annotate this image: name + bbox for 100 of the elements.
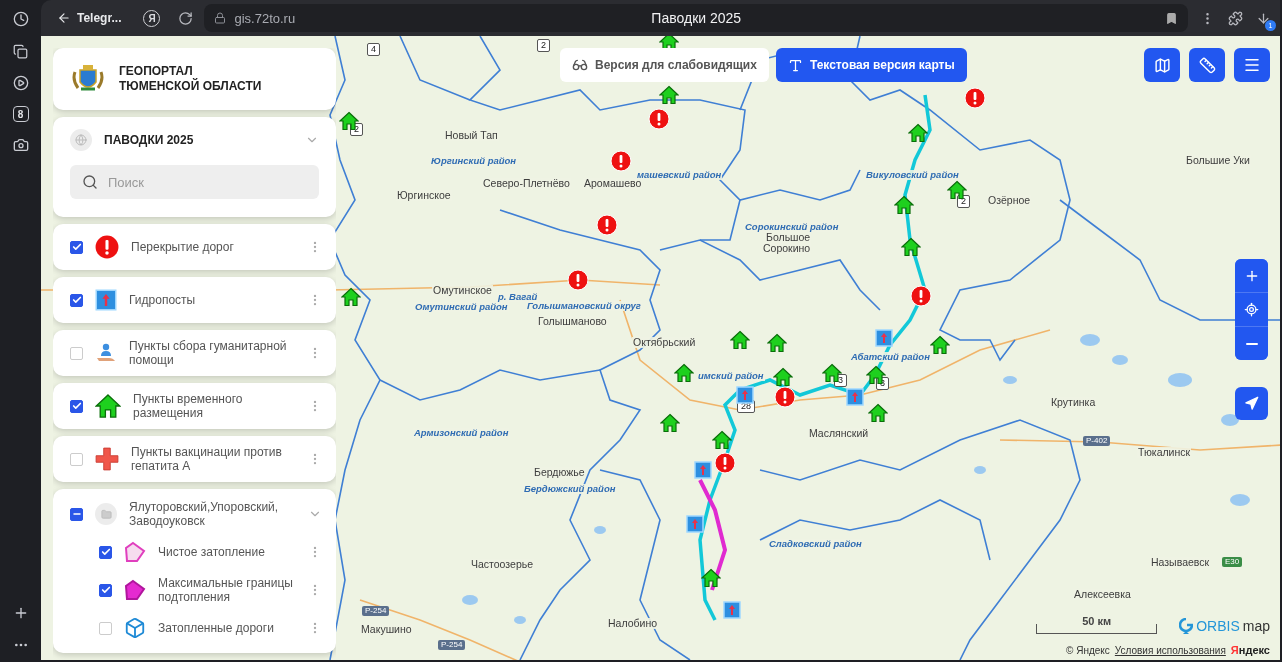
shelter-marker[interactable] [947,180,967,200]
check-icon [71,401,82,411]
road-number: Р-254 [362,606,390,616]
checkbox[interactable] [99,545,112,559]
district-label: Армизонский район [413,428,510,438]
gauge-marker[interactable] [846,388,864,406]
shelter-marker[interactable] [930,335,950,355]
portal-title: ТЮМЕНСКОЙ ОБЛАСТИ [119,79,262,94]
road-number: E30 [1222,557,1243,567]
person-hand-icon [95,342,117,364]
district-label: р. Вагай [497,292,539,302]
place-label: Тюкалинск [1137,447,1192,458]
road-closure-marker[interactable] [714,452,736,474]
locate-button[interactable] [1235,293,1268,326]
text-version-button[interactable]: Текстовая версия карты [775,48,967,82]
checkbox[interactable] [70,399,83,413]
place-label: Большие Уки [1185,155,1251,166]
shelter-marker[interactable] [659,85,679,105]
page-title: Паводки 2025 [651,10,742,26]
navigate-button[interactable] [1235,387,1268,420]
bookmark-icon[interactable] [1165,11,1178,25]
shelter-marker[interactable] [730,330,750,350]
check-icon [100,547,111,557]
shelter-marker[interactable] [767,333,787,353]
address-bar[interactable]: gis.72to.ru Паводки 2025 [204,4,1188,32]
zoom-in-button[interactable] [1235,259,1268,292]
district-label: Сладковский район [768,539,863,549]
terms-link[interactable]: Условия использования [1114,644,1226,656]
road-closure-marker[interactable] [648,108,670,130]
reload-icon[interactable] [176,9,195,27]
road-closure-marker[interactable] [774,386,796,408]
scale-label: 50 км [1082,615,1112,627]
map-layers-button[interactable] [1144,48,1180,82]
place-label: Макушино [360,624,413,635]
play-icon[interactable] [11,74,30,92]
search-field[interactable]: Поиск [70,165,319,199]
district-label: Бердюжский район [523,484,617,494]
ruler-button[interactable] [1189,48,1225,82]
layer-label: Пункты временного размещения [133,392,244,420]
district-label: Абатский район [850,352,931,362]
layer-label: Максимальные границы подтопления [158,576,294,604]
checkbox[interactable] [99,583,112,597]
shelter-marker[interactable] [866,365,886,385]
history-icon[interactable] [11,10,30,28]
low-vision-button[interactable]: Версия для слабовидящих [560,48,769,82]
lake [1003,376,1017,384]
cross-icon [95,447,119,471]
lock-icon [214,12,227,24]
shelter-marker[interactable] [674,363,694,383]
road-closure-marker[interactable] [610,150,632,172]
layer-label: Перекрытие дорог [131,240,235,254]
extension-icon[interactable] [1226,9,1244,27]
shelter-marker[interactable] [341,287,361,307]
gauge-marker[interactable] [875,329,893,347]
shelter-marker[interactable] [901,237,921,257]
road-closure-marker[interactable] [910,285,932,307]
group-label: Ялуторовский,Упоровский, Заводоуковск [129,500,280,528]
shelter-marker[interactable] [868,403,888,423]
ruler-icon [1198,56,1216,74]
house-icon [95,393,121,419]
shelter-marker[interactable] [660,413,680,433]
back-tab[interactable]: Telegr... [51,11,128,25]
counter-badge[interactable]: 8 [12,106,29,122]
lake [974,466,986,474]
shelter-marker[interactable] [773,367,793,387]
gauge-marker[interactable] [736,386,754,404]
place-label: Октябрьский [632,337,697,348]
map-icon [1153,56,1171,74]
globe-icon [70,129,92,151]
gauge-marker[interactable] [686,515,704,533]
menu-button[interactable] [1234,48,1270,82]
place-label: Аромашево [583,178,643,189]
place-label: Крутинка [1050,397,1097,408]
road-closure-marker[interactable] [567,269,589,291]
minus-icon [1245,342,1258,345]
tabs-icon[interactable] [11,42,30,60]
road-number: Р-402 [1083,436,1111,446]
search-icon [82,174,98,190]
shelter-marker[interactable] [822,363,842,383]
zoom-out-button[interactable] [1235,327,1268,360]
coat-of-arms-icon [71,64,105,94]
place-label: Маслянский [808,428,870,439]
shelter-marker[interactable] [339,111,359,131]
lake [514,616,526,624]
camera-icon[interactable] [11,136,30,154]
shelter-marker[interactable] [908,123,928,143]
district-label: Голышмановский округ [526,301,642,311]
shelter-marker[interactable] [894,195,914,215]
route-shield: 2 [537,39,550,52]
checkbox[interactable] [70,293,83,307]
gauge-marker[interactable] [694,461,712,479]
shelter-marker[interactable] [701,568,721,588]
district-label: имский район [697,371,765,381]
place-label: Бердюжье [533,467,586,478]
checkbox[interactable] [70,507,83,521]
gauge-marker[interactable] [723,601,741,619]
shelter-marker[interactable] [712,430,732,450]
road-closure-marker[interactable] [964,87,986,109]
checkbox[interactable] [70,240,83,254]
road-closure-marker[interactable] [596,214,618,236]
